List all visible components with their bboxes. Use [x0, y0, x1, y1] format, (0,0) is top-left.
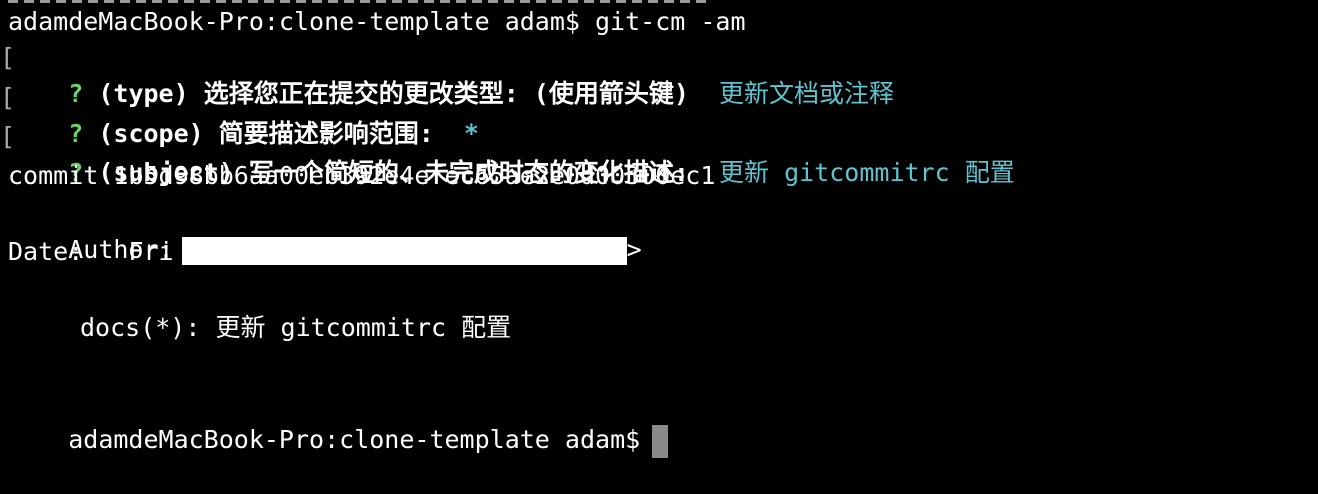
author-tail: >: [626, 235, 642, 264]
date-line: Date: Fri Sep 8 09:17:13 2023 +0800: [8, 237, 565, 266]
selection-bracket: [: [0, 43, 16, 72]
selection-bracket: [: [0, 122, 16, 151]
question-type: ? (type) 选择您正在提交的更改类型: (使用箭头键) 更新文档或注释: [8, 40, 894, 108]
commit-message: docs(*): 更新 gitcommitrc 配置: [80, 313, 512, 342]
question-subject: ? (subject) 写一个简短的、未完成时态的变化描述: 更新 gitcom…: [8, 119, 1014, 187]
question-subject-answer: 更新 gitcommitrc 配置: [719, 158, 1015, 187]
question-scope: ? (scope) 简要描述影响范围: *: [8, 80, 479, 148]
terminal-cursor: [652, 424, 669, 458]
author-line: Author: >: [8, 196, 642, 265]
clipped-previous-line: [8, 0, 708, 3]
selection-bracket: [: [0, 83, 16, 112]
final-prompt: adamdeMacBook-Pro:clone-template adam$: [68, 425, 641, 454]
question-type-answer: 更新文档或注释: [719, 79, 895, 108]
terminal-window[interactable]: adamdeMacBook-Pro:clone-template adam$ g…: [0, 0, 1318, 458]
final-prompt-line[interactable]: adamdeMacBook-Pro:clone-template adam$: [8, 386, 669, 458]
commit-hash-line: commit 1b5d98bb6aa00eb392e4efec65ae2e0d0…: [8, 161, 716, 190]
prompt-command-line: adamdeMacBook-Pro:clone-template adam$ g…: [8, 7, 746, 36]
